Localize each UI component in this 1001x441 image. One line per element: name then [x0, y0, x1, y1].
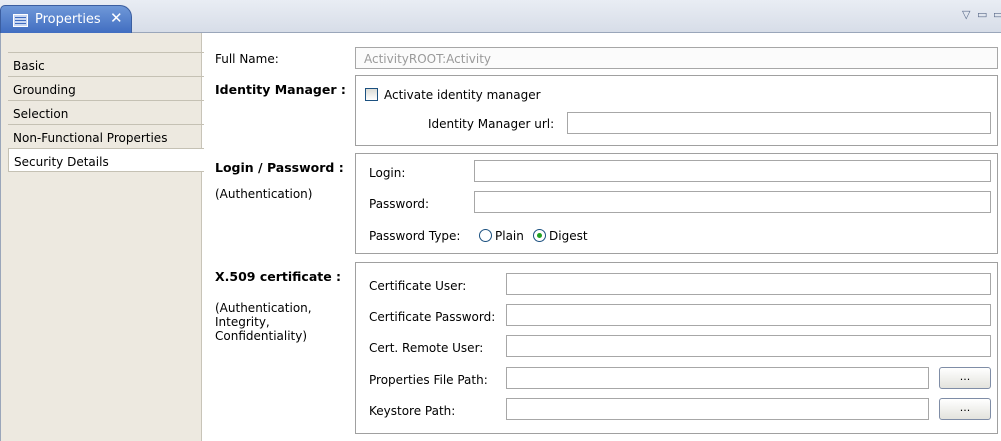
properties-file-path-input[interactable]	[506, 367, 929, 389]
cert-remote-user-label: Cert. Remote User:	[369, 341, 484, 355]
radio-digest-label: Digest	[549, 229, 588, 243]
sidebar-item-label: Security Details	[14, 155, 109, 169]
properties-file-path-label: Properties File Path:	[369, 373, 488, 387]
sidebar-item-non-functional-properties[interactable]: Non-Functional Properties	[8, 124, 204, 148]
activate-identity-label: Activate identity manager	[384, 88, 541, 102]
login-input[interactable]	[474, 160, 991, 182]
browse-properties-button[interactable]: ...	[939, 367, 991, 389]
sidebar-item-label: Selection	[13, 107, 69, 121]
identity-manager-heading: Identity Manager :	[215, 82, 346, 97]
radio-plain-label: Plain	[495, 229, 524, 243]
sidebar-item-selection[interactable]: Selection	[8, 100, 204, 124]
full-name-field: ActivityROOT:Activity	[355, 47, 998, 69]
identity-manager-group	[355, 75, 998, 146]
login-password-heading: Login / Password :	[215, 160, 344, 175]
full-name-value: ActivityROOT:Activity	[364, 52, 492, 66]
radio-digest[interactable]	[533, 229, 546, 242]
properties-icon	[13, 14, 28, 27]
view-title-bar	[0, 0, 1001, 33]
cert-password-label: Certificate Password:	[369, 310, 496, 324]
sidebar-item-label: Non-Functional Properties	[13, 131, 168, 145]
sidebar-item-label: Basic	[13, 59, 45, 73]
sidebar-item-security-details[interactable]: Security Details	[8, 148, 204, 172]
x509-heading: X.509 certificate :	[215, 269, 342, 284]
password-input[interactable]	[474, 191, 991, 213]
identity-url-input[interactable]	[567, 112, 991, 134]
sidebar-item-label: Grounding	[13, 83, 76, 97]
sidebar-item-basic[interactable]: Basic	[8, 52, 204, 76]
x509-subheading: (Authentication, Integrity, Confidential…	[215, 301, 312, 343]
password-type-label: Password Type:	[369, 229, 461, 243]
cert-password-input[interactable]	[506, 304, 991, 326]
cert-user-label: Certificate User:	[369, 279, 467, 293]
full-name-label: Full Name:	[215, 52, 279, 66]
minimize-icon[interactable]: ▭	[977, 8, 987, 21]
activate-identity-checkbox[interactable]	[365, 88, 378, 101]
view-menu-icon[interactable]: ▽	[962, 8, 970, 21]
password-label: Password:	[369, 197, 430, 211]
login-password-subheading: (Authentication)	[215, 187, 313, 201]
tab-label: Properties	[35, 12, 101, 27]
keystore-path-input[interactable]	[506, 398, 929, 420]
login-label: Login:	[369, 166, 406, 180]
maximize-icon[interactable]: ▭	[993, 8, 1001, 21]
identity-url-label: Identity Manager url:	[428, 117, 555, 131]
keystore-path-label: Keystore Path:	[369, 404, 456, 418]
section-sidebar: Basic Grounding Selection Non-Functional…	[0, 33, 204, 441]
close-icon[interactable]: ✕	[110, 9, 123, 27]
cert-user-input[interactable]	[506, 273, 991, 295]
browse-keystore-button[interactable]: ...	[939, 398, 991, 420]
radio-plain[interactable]	[479, 229, 492, 242]
cert-remote-user-input[interactable]	[506, 335, 991, 357]
tab-properties[interactable]: Properties ✕	[0, 5, 132, 34]
sidebar-item-grounding[interactable]: Grounding	[8, 76, 204, 100]
